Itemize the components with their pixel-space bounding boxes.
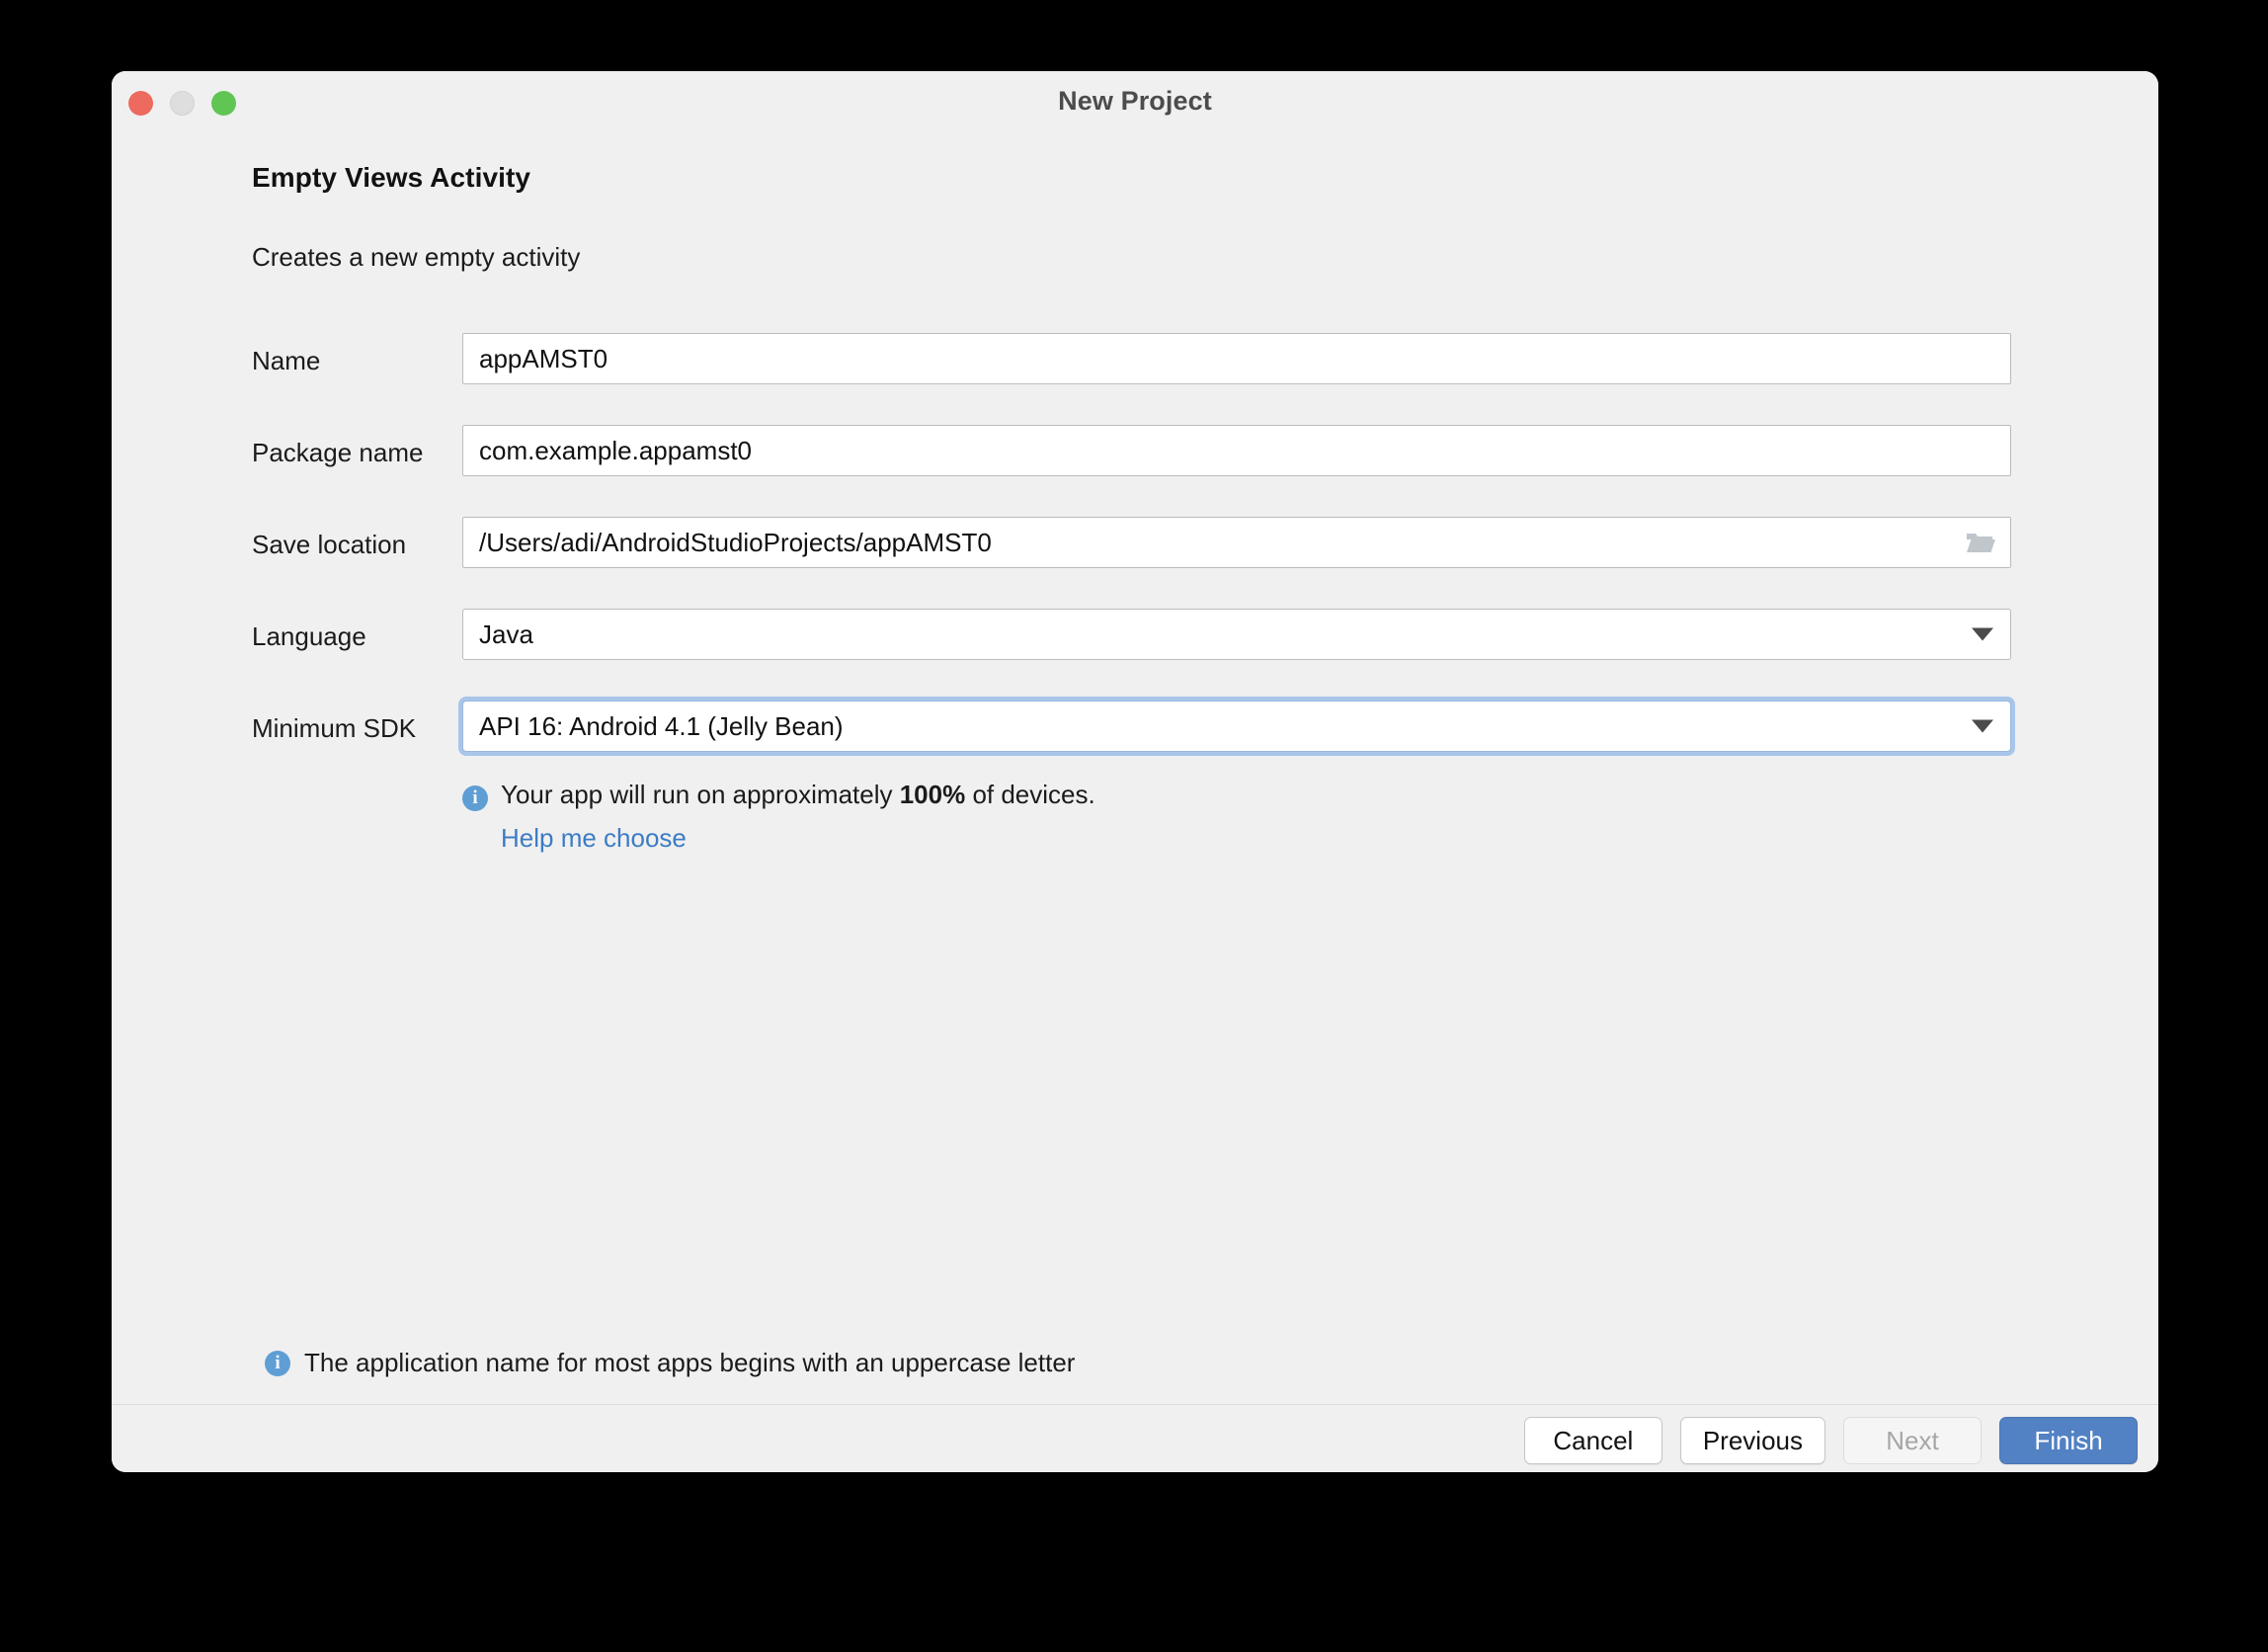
sdk-coverage-text: Your app will run on approximately 100% … — [501, 780, 1095, 810]
dialog-body: Empty Views Activity Creates a new empty… — [112, 138, 2158, 1404]
sdk-coverage-percent: 100% — [899, 780, 966, 809]
cancel-button[interactable]: Cancel — [1523, 1417, 1662, 1464]
name-label: Name — [252, 346, 321, 375]
field-row-name: Name appAMST0 — [112, 316, 2158, 408]
language-dropdown[interactable]: Java — [462, 609, 2011, 660]
language-dropdown-value: Java — [479, 619, 533, 649]
dialog-footer: Cancel Previous Next Finish — [112, 1404, 2158, 1472]
field-row-language: Language Java — [112, 592, 2158, 684]
screen-root: New Project Empty Views Activity Creates… — [0, 0, 2268, 1652]
sdk-coverage-text-before: Your app will run on approximately — [501, 780, 900, 809]
language-control: Java — [462, 609, 2011, 660]
info-icon: i — [462, 785, 488, 811]
package-name-input[interactable]: com.example.appamst0 — [462, 425, 2011, 476]
project-form: Name appAMST0 Package name com.example.a… — [112, 316, 2158, 776]
sdk-coverage-line: i Your app will run on approximately 100… — [462, 780, 1944, 811]
save-location-label: Save location — [252, 530, 407, 559]
package-name-control: com.example.appamst0 — [462, 425, 2011, 476]
validation-hint-text: The application name for most apps begin… — [304, 1348, 1076, 1377]
name-control: appAMST0 — [462, 333, 2011, 384]
template-heading: Empty Views Activity — [252, 162, 531, 193]
package-name-input-value: com.example.appamst0 — [479, 436, 753, 465]
minimum-sdk-control: API 16: Android 4.1 (Jelly Bean) — [462, 701, 2011, 752]
finish-button[interactable]: Finish — [1999, 1417, 2138, 1464]
minimum-sdk-label: Minimum SDK — [252, 713, 417, 743]
minimum-sdk-dropdown-value: API 16: Android 4.1 (Jelly Bean) — [479, 710, 844, 741]
new-project-dialog: New Project Empty Views Activity Creates… — [112, 71, 2158, 1472]
save-location-input[interactable]: /Users/adi/AndroidStudioProjects/appAMST… — [462, 517, 2011, 568]
name-input-value: appAMST0 — [479, 344, 608, 373]
previous-button[interactable]: Previous — [1679, 1417, 1825, 1464]
field-row-save-location: Save location /Users/adi/AndroidStudioPr… — [112, 500, 2158, 592]
field-row-minimum-sdk: Minimum SDK API 16: Android 4.1 (Jelly B… — [112, 684, 2158, 776]
chevron-down-icon — [1972, 627, 1993, 641]
validation-hint: i The application name for most apps beg… — [265, 1348, 1075, 1378]
footer-button-group: Cancel Previous Next Finish — [1523, 1417, 2138, 1464]
sdk-coverage-text-after: of devices. — [965, 780, 1095, 809]
info-icon: i — [265, 1350, 290, 1376]
sdk-coverage-info: i Your app will run on approximately 100… — [462, 780, 1944, 854]
package-name-label: Package name — [252, 438, 424, 467]
save-location-input-value: /Users/adi/AndroidStudioProjects/appAMST… — [479, 528, 992, 557]
save-location-control: /Users/adi/AndroidStudioProjects/appAMST… — [462, 517, 2011, 568]
help-me-choose-link[interactable]: Help me choose — [501, 823, 1944, 854]
template-description: Creates a new empty activity — [252, 242, 581, 272]
chevron-down-icon — [1972, 719, 1993, 733]
name-input[interactable]: appAMST0 — [462, 333, 2011, 384]
minimum-sdk-dropdown[interactable]: API 16: Android 4.1 (Jelly Bean) — [462, 701, 2011, 752]
field-row-package-name: Package name com.example.appamst0 — [112, 408, 2158, 500]
folder-icon[interactable] — [1966, 531, 1995, 554]
next-button: Next — [1843, 1417, 1982, 1464]
window-titlebar: New Project — [112, 71, 2158, 138]
language-label: Language — [252, 621, 366, 651]
window-title: New Project — [1058, 86, 1212, 116]
